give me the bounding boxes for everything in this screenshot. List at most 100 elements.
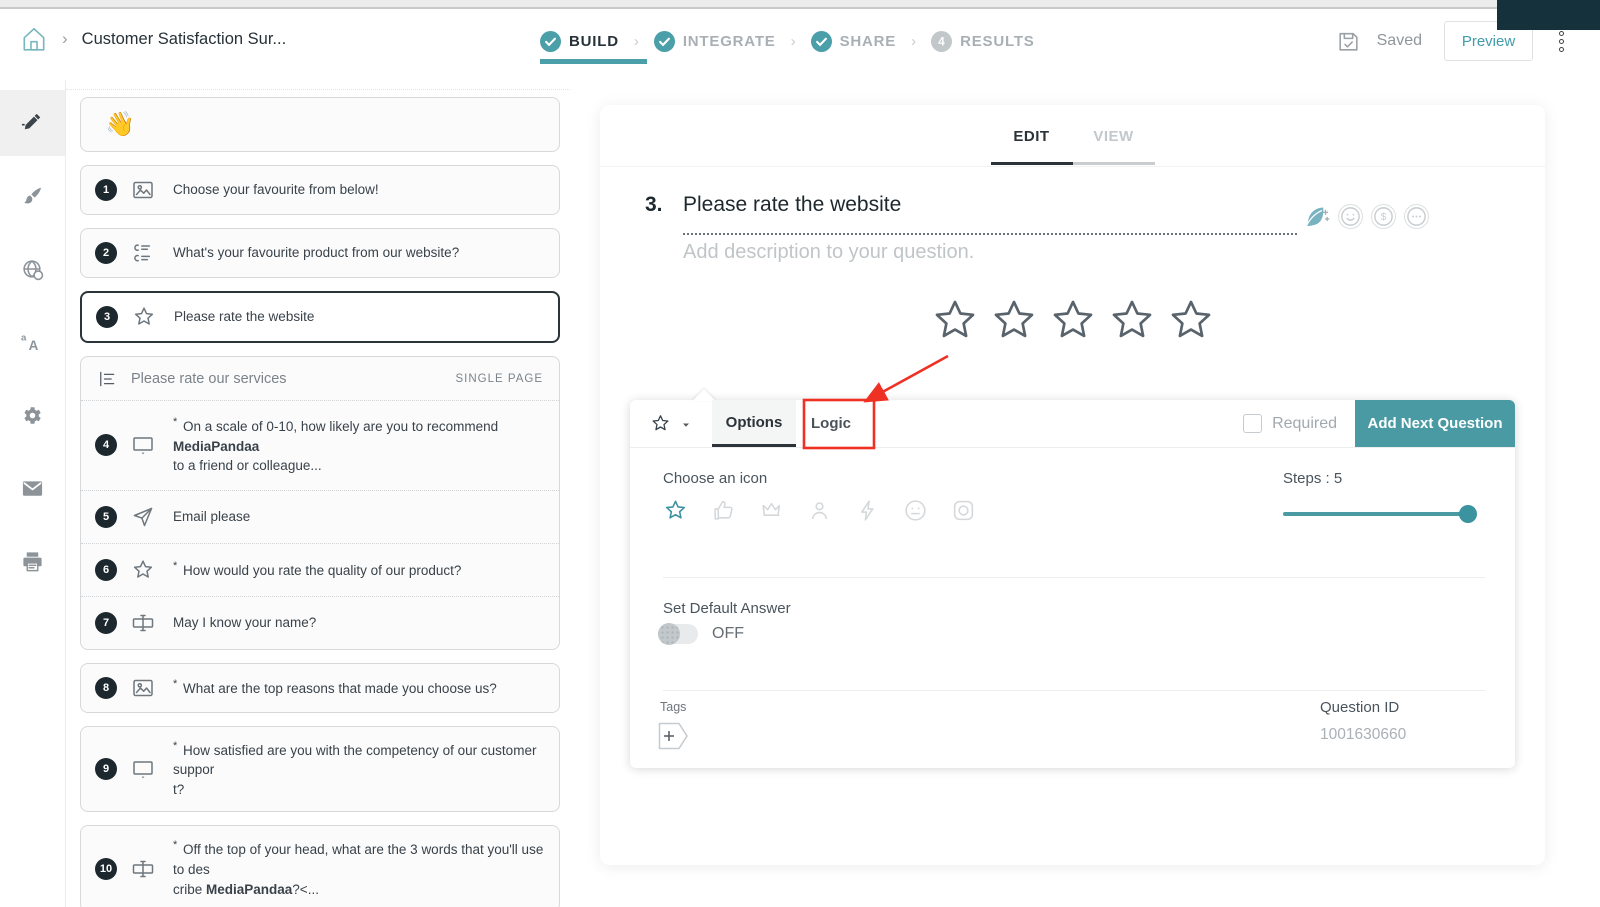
step-separator-icon: › [911,33,916,50]
question-card-7[interactable]: 7May I know your name? [81,596,559,649]
step-share[interactable]: SHARE [811,31,897,52]
crown-option-icon[interactable] [759,498,784,523]
plane-icon [131,505,155,529]
check-circle-icon [654,31,675,52]
dollar-icon[interactable]: $ [1371,204,1396,229]
rating-star-icon[interactable] [932,297,978,348]
step-integrate[interactable]: INTEGRATE [654,31,776,52]
panel-tab-logic[interactable]: Logic [796,400,866,447]
question-text: * What are the top reasons that made you… [173,677,497,699]
question-card-10[interactable]: 10* Off the top of your head, what are t… [80,825,560,907]
question-card-1[interactable]: 1Choose your favourite from below! [80,165,560,215]
question-number-badge: 8 [95,677,117,699]
step-separator-icon: › [791,33,796,50]
group-header[interactable]: Please rate our servicesSINGLE PAGE [81,357,559,400]
question-card-6[interactable]: 6* How would you rate the quality of our… [81,543,559,596]
question-title-input[interactable]: Please rate the website [683,193,1297,235]
question-list: 👋 1Choose your favourite from below! 2What… [80,97,560,907]
question-number-badge: 1 [95,179,117,201]
question-card-8[interactable]: 8 * What are the top reasons that made yo… [80,663,560,713]
panel-tabs: OptionsLogic [712,400,866,447]
tabs-divider [600,166,1545,167]
question-description-placeholder[interactable]: Add description to your question. [683,241,974,264]
required-label: Required [1272,415,1337,433]
question-id-label: Question ID [1320,699,1399,716]
question-type-dropdown[interactable] [630,400,712,447]
breadcrumb: › Customer Satisfaction Sur... [20,25,286,53]
smiley-icon[interactable] [1338,204,1363,229]
star-type-icon [650,413,671,434]
slider-knob[interactable] [1459,505,1477,523]
question-number-badge: 7 [95,612,117,634]
tab-view[interactable]: VIEW [1073,128,1155,165]
lightning-option-icon[interactable] [855,498,880,523]
rating-star-icon[interactable] [991,297,1037,348]
question-card-5[interactable]: 5Email please [81,490,559,543]
default-answer-toggle[interactable] [658,624,698,644]
question-text: Email please [173,507,250,527]
question-card-2[interactable]: 2What's your favourite product from our … [80,228,560,278]
rail-item-paintbrush[interactable] [0,163,65,229]
svg-text:A: A [29,338,39,353]
star-icon [131,558,155,582]
panel-tab-options[interactable]: Options [712,400,796,447]
single-page-badge: SINGLE PAGE [456,373,543,385]
steps-slider[interactable] [1283,505,1475,523]
tags-label: Tags [660,700,686,714]
steps-label: Steps : 5 [1283,470,1342,487]
rating-star-icon[interactable] [1109,297,1155,348]
image-icon [131,676,155,700]
tab-edit[interactable]: EDIT [991,128,1073,165]
survey-title[interactable]: Customer Satisfaction Sur... [82,30,287,49]
translate-icon: aA [21,331,44,354]
rail-item-envelope[interactable] [0,455,65,521]
star-option-icon[interactable] [663,498,688,523]
check-circle-icon [811,31,832,52]
svg-text:a: a [21,332,27,343]
meh-smiley-option-icon[interactable] [903,498,928,523]
home-icon[interactable] [20,25,48,53]
thumbs-up-option-icon[interactable] [711,498,736,523]
rail-item-globe[interactable] [0,236,65,302]
envelope-icon [21,477,44,500]
choose-icon-label: Choose an icon [663,470,767,487]
step-build[interactable]: BUILD [540,31,619,52]
required-asterisk: * [173,678,177,690]
question-card-9[interactable]: 9* How satisfied are you with the compet… [80,726,560,813]
more-icon[interactable] [1404,204,1429,229]
rail-item-gear[interactable] [0,382,65,448]
printer-icon [21,550,44,573]
step-results[interactable]: 4RESULTS [931,31,1035,52]
rail-item-printer[interactable] [0,528,65,594]
input-icon [131,611,155,635]
rail-item-pencil[interactable] [0,90,65,156]
required-toggle[interactable]: Required [1243,400,1337,447]
globe-icon [21,258,44,281]
step-separator-icon: › [634,33,639,50]
question-id-value: 1001630660 [1320,726,1406,744]
question-text: * How would you rate the quality of our … [173,559,461,581]
welcome-card[interactable]: 👋 [80,97,560,152]
question-card-4[interactable]: 4* On a scale of 0-10, how likely are yo… [81,400,559,490]
svg-text:$: $ [1381,212,1387,223]
required-checkbox[interactable] [1243,414,1262,433]
list-icon [97,369,117,389]
add-tag-button[interactable] [658,722,690,750]
editor-card: EDITVIEW 3. Please rate the website Add … [600,105,1545,865]
rating-star-icon[interactable] [1168,297,1214,348]
question-group: Please rate our servicesSINGLE PAGE4* On… [80,356,560,650]
person-option-icon[interactable] [807,498,832,523]
ai-feather-icon[interactable] [1303,203,1330,230]
icon-options-row [663,498,976,523]
list-divider [66,89,570,90]
dark-corner-artifact [1497,0,1600,30]
app-header: › Customer Satisfaction Sur... BUILD › INT… [0,11,1600,80]
question-number-badge: 4 [95,434,117,456]
circle-box-option-icon[interactable] [951,498,976,523]
monitor-icon [131,757,155,781]
rating-star-icon[interactable] [1050,297,1096,348]
survey-builder-screen: › Customer Satisfaction Sur... BUILD › INT… [0,0,1600,907]
add-next-question-button[interactable]: Add Next Question [1355,400,1515,447]
question-card-3[interactable]: 3Please rate the website [80,291,560,343]
rail-item-translate[interactable]: aA [0,309,65,375]
